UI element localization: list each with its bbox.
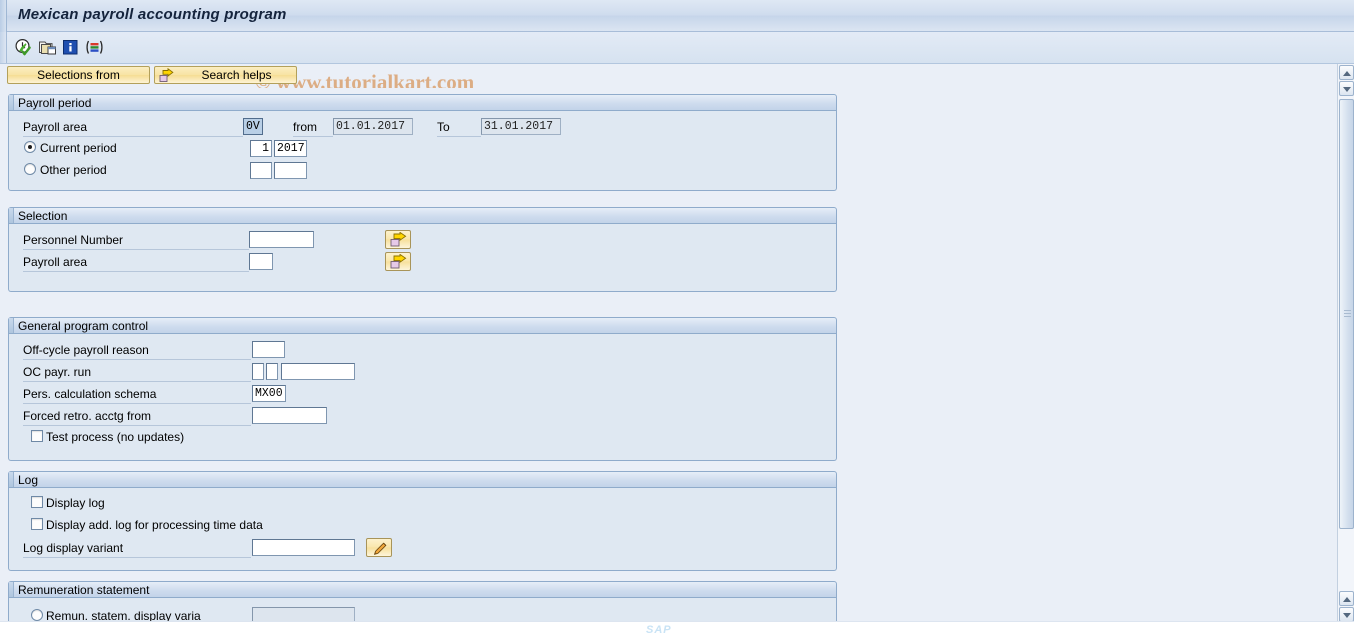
scroll-down-button[interactable] bbox=[1339, 607, 1354, 622]
application-toolbar: © www.tutorialkart.com bbox=[0, 32, 1354, 94]
other-period-label: Other period bbox=[40, 163, 107, 177]
chevron-up-icon bbox=[1343, 597, 1351, 602]
arrow-right-icon bbox=[159, 67, 174, 86]
forced-retro-label: Forced retro. acctg from bbox=[23, 409, 251, 426]
panel-general-program-control-title: General program control bbox=[8, 317, 837, 334]
selections-from-label: Selections from bbox=[37, 68, 120, 82]
search-helps-label: Search helps bbox=[201, 68, 272, 82]
panel-payroll-period-body: Payroll area 0V from 01.01.2017 To 31.01… bbox=[8, 111, 837, 191]
other-period-year-input[interactable] bbox=[274, 162, 307, 179]
off-cycle-reason-label: Off-cycle payroll reason bbox=[23, 343, 251, 360]
payroll-area-input[interactable]: 0V bbox=[243, 118, 263, 135]
chevron-up-icon bbox=[1343, 71, 1351, 76]
radio-current-period[interactable] bbox=[24, 141, 36, 153]
forced-retro-input[interactable] bbox=[252, 407, 327, 424]
selection-button-row: Selections from Search helps bbox=[0, 64, 1354, 86]
panel-log: Log Display log Display add. log for pro… bbox=[8, 471, 837, 571]
from-label: from bbox=[293, 120, 333, 137]
log-display-variant-input[interactable] bbox=[252, 539, 355, 556]
panel-log-body: Display log Display add. log for process… bbox=[8, 488, 837, 571]
panel-log-title: Log bbox=[8, 471, 837, 488]
title-bar-grip bbox=[0, 0, 7, 32]
radio-other-period[interactable] bbox=[24, 163, 36, 175]
panel-general-program-control-body: Off-cycle payroll reason OC payr. run Pe… bbox=[8, 334, 837, 461]
panel-general-program-control: General program control Off-cycle payrol… bbox=[8, 317, 837, 461]
panel-remuneration-statement-title: Remuneration statement bbox=[8, 581, 837, 598]
chevron-down-icon bbox=[1343, 613, 1351, 618]
scroll-down-button-top[interactable] bbox=[1339, 81, 1354, 96]
checkbox-display-log[interactable] bbox=[31, 496, 43, 508]
oc-payr-run-input-1[interactable] bbox=[252, 363, 264, 380]
selection-screen-content: Payroll period Payroll area 0V from 01.0… bbox=[0, 88, 1322, 623]
period-to-input[interactable]: 31.01.2017 bbox=[481, 118, 561, 135]
page-title: Mexican payroll accounting program bbox=[18, 6, 287, 23]
panel-payroll-period: Payroll period Payroll area 0V from 01.0… bbox=[8, 94, 837, 191]
status-bar: SAP bbox=[0, 621, 1354, 635]
pencil-icon bbox=[373, 542, 387, 555]
toolbar-grip bbox=[0, 32, 7, 63]
sap-logo: SAP bbox=[646, 624, 672, 635]
selection-bars-icon[interactable] bbox=[85, 38, 104, 57]
execute-icon[interactable] bbox=[14, 38, 33, 57]
scrollbar-grip-icon bbox=[1344, 310, 1351, 318]
pers-calc-schema-label: Pers. calculation schema bbox=[23, 387, 251, 404]
selection-payroll-area-input[interactable] bbox=[249, 253, 273, 270]
off-cycle-reason-input[interactable] bbox=[252, 341, 285, 358]
panel-selection-body: Personnel Number Payroll area bbox=[8, 224, 837, 292]
multiple-selection-icon bbox=[390, 254, 407, 269]
display-log-label: Display log bbox=[46, 496, 105, 510]
title-bar: Mexican payroll accounting program bbox=[0, 0, 1354, 32]
log-variant-edit-button[interactable] bbox=[366, 538, 392, 557]
radio-remun-variant[interactable] bbox=[31, 609, 43, 621]
checkbox-display-add-log[interactable] bbox=[31, 518, 43, 530]
panel-selection: Selection Personnel Number Payroll area bbox=[8, 207, 837, 292]
pers-calc-schema-input[interactable]: MX00 bbox=[252, 385, 286, 402]
oc-payr-run-input-3[interactable] bbox=[281, 363, 355, 380]
current-period-number-input[interactable]: 1 bbox=[250, 140, 272, 157]
to-label: To bbox=[437, 120, 481, 137]
multiple-selection-icon bbox=[390, 232, 407, 247]
period-from-input[interactable]: 01.01.2017 bbox=[333, 118, 413, 135]
selections-from-button[interactable]: Selections from bbox=[7, 66, 150, 84]
scroll-up-button[interactable] bbox=[1339, 65, 1354, 80]
payroll-area-multiselect-button[interactable] bbox=[385, 252, 411, 271]
get-variant-icon[interactable] bbox=[38, 38, 57, 57]
panel-remuneration-statement: Remuneration statement Remun. statem. di… bbox=[8, 581, 837, 623]
info-icon[interactable] bbox=[61, 38, 80, 57]
current-period-year-input[interactable]: 2017 bbox=[274, 140, 307, 157]
selection-payroll-area-label: Payroll area bbox=[23, 255, 249, 272]
personnel-number-input[interactable] bbox=[249, 231, 314, 248]
panel-remuneration-statement-body: Remun. statem. display varia bbox=[8, 598, 837, 623]
current-period-label: Current period bbox=[40, 141, 117, 155]
scrollbar-thumb[interactable] bbox=[1339, 99, 1354, 529]
scroll-up-button-bottom[interactable] bbox=[1339, 591, 1354, 606]
personnel-number-multiselect-button[interactable] bbox=[385, 230, 411, 249]
sap-gui-window: Mexican payroll accounting program © www… bbox=[0, 0, 1354, 635]
oc-payr-run-input-2[interactable] bbox=[266, 363, 278, 380]
display-add-log-label: Display add. log for processing time dat… bbox=[46, 518, 263, 532]
panel-selection-title: Selection bbox=[8, 207, 837, 224]
checkbox-test-process[interactable] bbox=[31, 430, 43, 442]
chevron-down-icon bbox=[1343, 87, 1351, 92]
other-period-number-input[interactable] bbox=[250, 162, 272, 179]
oc-payr-run-label: OC payr. run bbox=[23, 365, 251, 382]
personnel-number-label: Personnel Number bbox=[23, 233, 249, 250]
test-process-label: Test process (no updates) bbox=[46, 430, 185, 444]
panel-payroll-period-title: Payroll period bbox=[8, 94, 837, 111]
log-display-variant-label: Log display variant bbox=[23, 541, 251, 558]
vertical-scrollbar[interactable] bbox=[1337, 64, 1354, 623]
search-helps-button[interactable]: Search helps bbox=[154, 66, 297, 84]
payroll-area-label: Payroll area bbox=[23, 120, 243, 137]
